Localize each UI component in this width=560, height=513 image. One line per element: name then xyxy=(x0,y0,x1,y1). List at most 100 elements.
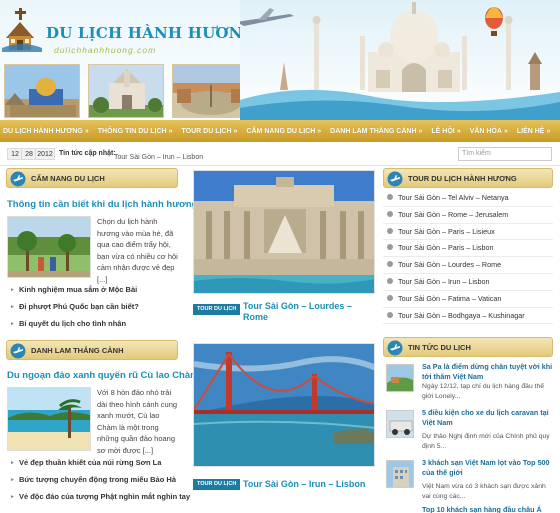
church-logo-icon xyxy=(2,8,42,52)
tour-list-item-label: Tour Sài Gòn – Paris – Lisbon xyxy=(398,243,494,253)
date-ticker-bar: 12 28 2012 Tin tức cập nhật: Tour Sài Gò… xyxy=(0,142,560,166)
nav-arrow-icon: » xyxy=(418,127,423,135)
danh-lam-lead-image[interactable] xyxy=(7,387,91,451)
tour-list-item[interactable]: Tour Sài Gòn – Tel Alviv – Netanya xyxy=(383,190,553,207)
tour-list-item-label: Tour Sài Gòn – Lourdes – Rome xyxy=(398,260,502,270)
nav-item[interactable]: DU LỊCH HÀNH HƯƠNG» xyxy=(3,128,89,135)
cam-nang-heading-label: CẨM NANG DU LỊCH xyxy=(31,174,105,183)
cam-nang-heading[interactable]: CẨM NANG DU LỊCH xyxy=(6,168,178,188)
bullet-icon xyxy=(387,277,393,284)
nav-arrow-icon: » xyxy=(317,127,322,135)
news-item[interactable]: 5 điều kiện cho xe du lịch caravan tại V… xyxy=(386,408,554,452)
site-header: DU LỊCH HÀNH HƯƠNG dulichhanhhuong.com xyxy=(0,0,560,120)
nav-arrow-icon: » xyxy=(168,127,173,135)
hotel-thumbnail[interactable] xyxy=(386,460,414,488)
news-item[interactable]: 3 khách sạn Việt Nam lọt vào Top 500 của… xyxy=(386,458,554,502)
tour-list-item-label: Tour Sài Gòn – Irun – Lisbon xyxy=(398,276,490,286)
bullet-icon xyxy=(387,261,393,268)
sapa-thumbnail[interactable] xyxy=(386,364,414,392)
tour-list-item[interactable]: Tour Sài Gòn – Bodhgaya – Kushinagar xyxy=(383,308,553,325)
cam-nang-lead-image[interactable] xyxy=(7,216,91,278)
post-card[interactable]: TOUR DU LỊCH Tour Sài Gòn – Irun – Lisbo… xyxy=(193,343,375,493)
news-item[interactable]: Sa Pa là điểm dừng chân tuyệt vời khi tớ… xyxy=(386,362,554,406)
logo-title: DU LỊCH HÀNH HƯƠNG xyxy=(46,24,256,42)
vatican-image xyxy=(172,64,248,118)
tour-list-item-label: Tour Sài Gòn – Tel Alviv – Netanya xyxy=(398,193,509,202)
nav-item-label: LỄ HỘI xyxy=(431,127,455,135)
tour-list-item-label: Tour Sài Gòn – Fatima – Vatican xyxy=(398,293,502,303)
bullet-icon xyxy=(387,194,393,200)
nav-item-label: TOUR DU LỊCH xyxy=(181,127,232,135)
news-title[interactable]: 3 khách sạn Việt Nam lọt vào Top 500 của… xyxy=(422,458,556,478)
nav-item[interactable]: VĂN HÓA» xyxy=(470,128,508,135)
news-box-heading[interactable]: TIN TỨC DU LỊCH xyxy=(383,337,553,357)
danh-lam-heading[interactable]: DANH LAM THẮNG CẢNH xyxy=(6,340,178,360)
news-item[interactable]: Top 10 khách sạn hàng đầu châu Á xyxy=(386,505,554,513)
trevi-fountain-image[interactable] xyxy=(193,170,375,294)
tour-list-item[interactable]: Tour Sài Gòn – Paris – Lisbon xyxy=(383,240,553,258)
cam-nang-link[interactable]: Bí quyết du lịch cho tình nhân xyxy=(10,316,139,333)
post-card[interactable]: TOUR DU LỊCH Tour Sài Gòn – Lourdes – Ro… xyxy=(193,170,375,326)
bullet-icon xyxy=(387,294,393,301)
cam-nang-lead-title[interactable]: Thông tin cần biết khi du lịch hành hươn… xyxy=(7,199,197,210)
tour-list-item[interactable]: Tour Sài Gòn – Paris – Lisieux xyxy=(383,224,553,241)
airplane-badge-icon xyxy=(387,340,403,356)
news-box-heading-label: TIN TỨC DU LỊCH xyxy=(408,343,471,352)
news-excerpt: Việt Nam vừa có 3 khách sạn được xảnh va… xyxy=(422,483,546,500)
tour-list-item[interactable]: Tour Sài Gòn – Rome – Jerusalem xyxy=(383,207,553,224)
nav-arrow-icon: » xyxy=(233,127,238,135)
main-nav: DU LỊCH HÀNH HƯƠNG» THÔNG TIN DU LỊCH» TOU… xyxy=(0,120,560,142)
date-year: 2012 xyxy=(35,148,55,160)
search-input[interactable]: Tìm kiếm xyxy=(458,147,552,161)
caravan-thumbnail[interactable] xyxy=(386,410,414,438)
nav-item[interactable]: LIÊN HỆ» xyxy=(517,128,551,135)
nav-item[interactable]: DANH LAM THẮNG CẢNH» xyxy=(330,128,422,135)
nav-item-label: DU LỊCH HÀNH HƯƠNG xyxy=(3,127,83,135)
post-category-tag[interactable]: TOUR DU LỊCH xyxy=(193,304,241,315)
news-title[interactable]: 5 điều kiện cho xe du lịch caravan tại V… xyxy=(422,408,556,428)
nav-item-label: CẨM NANG DU LỊCH xyxy=(246,127,316,135)
site-logo[interactable]: DU LỊCH HÀNH HƯƠNG dulichhanhhuong.com xyxy=(2,4,255,60)
nav-arrow-icon: » xyxy=(456,127,461,135)
bullet-icon xyxy=(387,227,393,234)
danh-lam-link[interactable]: Bức tượng chuyển động trong miếu Bảo Hà xyxy=(10,472,190,489)
tour-box-heading[interactable]: TOUR DU LỊCH HÀNH HƯƠNG xyxy=(383,168,553,188)
nav-item[interactable]: TOUR DU LỊCH» xyxy=(181,128,237,135)
airplane-badge-icon xyxy=(10,171,26,187)
danh-lam-link[interactable]: Vẻ đẹp thuần khiết của núi rừng Sơn La xyxy=(10,455,190,472)
tour-list-item[interactable]: Tour Sài Gòn – Lourdes – Rome xyxy=(383,257,553,274)
cam-nang-link[interactable]: Đi phượt Phú Quốc bạn cần biết? xyxy=(10,299,139,316)
nav-item-label: THÔNG TIN DU LỊCH xyxy=(97,127,167,135)
nav-arrow-icon: » xyxy=(503,127,508,135)
cam-nang-link[interactable]: Kinh nghiệm mua sắm ở Mộc Bài xyxy=(10,282,139,299)
nav-item[interactable]: THÔNG TIN DU LỊCH» xyxy=(98,128,173,135)
tour-list-item[interactable]: Tour Sài Gòn – Irun – Lisbon xyxy=(383,274,553,291)
tour-list-item-label: Tour Sài Gòn – Rome – Jerusalem xyxy=(398,209,509,219)
cam-nang-lead-excerpt: Chọn du lịch hành hương vào mùa hè, đã q… xyxy=(97,217,178,284)
post-title[interactable]: Tour Sài Gòn – Lourdes – Rome xyxy=(243,301,373,323)
danh-lam-heading-label: DANH LAM THẮNG CẢNH xyxy=(31,346,124,355)
post-category-tag[interactable]: TOUR DU LỊCH xyxy=(193,479,241,490)
news-title[interactable]: Sa Pa là điểm dừng chân tuyệt vời khi tớ… xyxy=(422,362,556,382)
logo-subtitle: dulichhanhhuong.com xyxy=(54,45,157,55)
dome-of-rock-image xyxy=(4,64,80,118)
tour-list-item[interactable]: Tour Sài Gòn – Fatima – Vatican xyxy=(383,291,553,308)
nav-arrow-icon: » xyxy=(84,127,89,135)
nav-item[interactable]: CẨM NANG DU LỊCH» xyxy=(246,128,321,135)
nav-item-label: LIÊN HỆ xyxy=(516,127,545,135)
bullet-icon xyxy=(387,311,393,318)
nav-item[interactable]: LỄ HỘI» xyxy=(431,128,460,135)
tour-list-item-label: Tour Sài Gòn – Bodhgaya – Kushinagar xyxy=(398,310,525,320)
danh-lam-link[interactable]: Vẻ độc đáo của tượng Phật nghìn mắt nghì… xyxy=(10,489,190,506)
nav-item-label: VĂN HÓA xyxy=(469,127,502,135)
post-title[interactable]: Tour Sài Gòn – Irun – Lisbon xyxy=(243,479,373,490)
airplane-badge-icon xyxy=(10,343,26,359)
taj-mahal-banner xyxy=(240,0,560,120)
danh-lam-lead-title[interactable]: Du ngoạn đảo xanh quyến rũ Cù lao Chàm xyxy=(7,370,199,381)
news-excerpt: Dự thảo Nghị định mới của Chính phủ quy … xyxy=(422,433,550,450)
ticker-headline[interactable]: Tour Sài Gòn – Irun – Lisbon xyxy=(114,154,203,161)
news-title[interactable]: Top 10 khách sạn hàng đầu châu Á xyxy=(422,505,556,513)
tour-list: Tour Sài Gòn – Tel Alviv – Netanya Tour S… xyxy=(383,190,553,325)
bridge-image[interactable] xyxy=(193,343,375,467)
airplane-badge-icon xyxy=(387,171,403,187)
